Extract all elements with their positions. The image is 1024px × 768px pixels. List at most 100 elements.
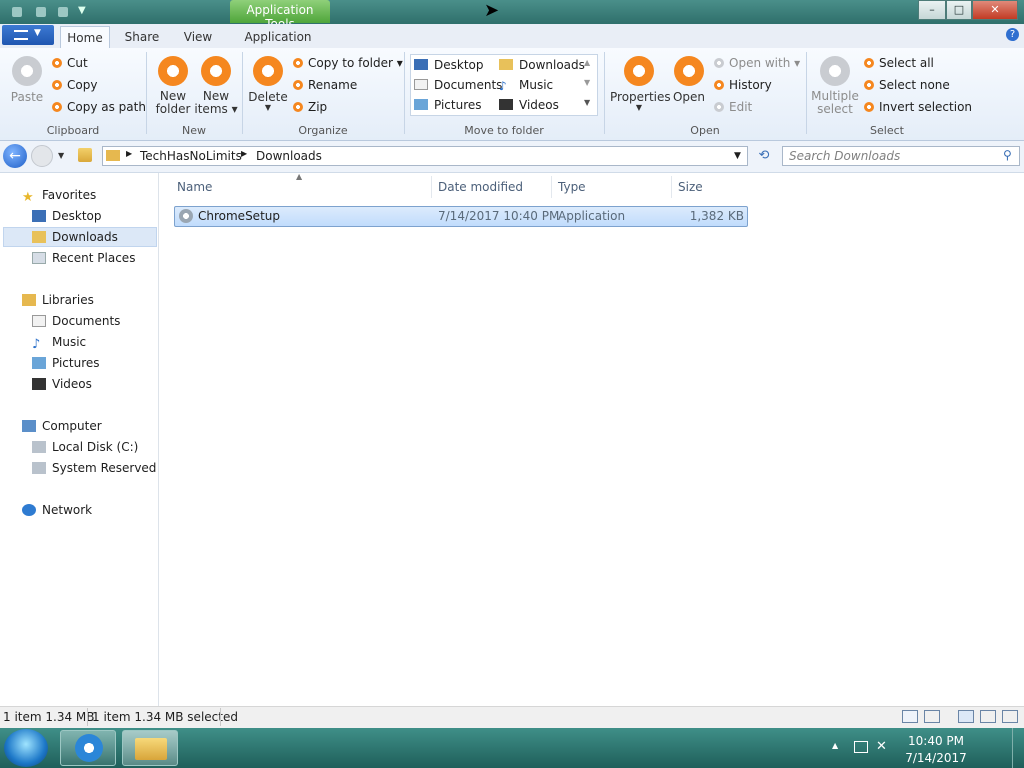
start-button[interactable] — [4, 729, 48, 767]
column-divider[interactable] — [431, 176, 432, 198]
tab-view[interactable]: View — [174, 26, 222, 48]
group-label-organize: Organize — [298, 124, 348, 137]
move-to-documents[interactable]: Documents — [414, 76, 502, 94]
column-header-name[interactable]: Name — [177, 180, 212, 194]
nav-libraries[interactable]: Libraries — [22, 290, 94, 310]
properties-button[interactable]: Properties ▼ — [610, 56, 671, 112]
taskbar-time[interactable]: 10:40 PM — [900, 734, 972, 748]
nav-system-reserved[interactable]: System Reserved (D: — [32, 458, 157, 478]
forward-button[interactable] — [31, 145, 53, 167]
nav-favorites-label: Favorites — [42, 188, 97, 202]
invert-selection-button[interactable]: Invert selection — [864, 98, 972, 116]
move-to-pictures[interactable]: Pictures — [414, 96, 482, 114]
preview-pane-toggle-icon[interactable] — [980, 710, 996, 723]
up-folder-icon[interactable] — [78, 148, 92, 162]
tab-share[interactable]: Share — [118, 26, 166, 48]
select-all-button[interactable]: Select all — [864, 54, 934, 72]
breadcrumb-techhasnolimits[interactable]: TechHasNoLimits — [140, 149, 242, 163]
gallery-scroll-up-icon[interactable]: ▲ — [584, 58, 590, 67]
move-to-music[interactable]: ♪ Music — [499, 76, 553, 94]
group-label-select: Select — [870, 124, 904, 137]
new-folder-icon — [158, 56, 188, 86]
breadcrumb-downloads[interactable]: Downloads — [256, 149, 322, 163]
preview-icon[interactable] — [924, 710, 940, 723]
qat-dropdown-icon[interactable]: ▼ — [78, 5, 86, 16]
qat-new-folder-icon[interactable] — [36, 7, 46, 17]
nav-favorites[interactable]: ★ Favorites — [22, 185, 96, 205]
qat-undo-icon[interactable] — [58, 7, 68, 17]
column-header-type[interactable]: Type — [558, 180, 586, 194]
file-menu-button[interactable]: ▼ — [2, 25, 54, 45]
gallery-scroll-down-icon[interactable]: ▼ — [584, 78, 590, 87]
tab-application[interactable]: Application — [232, 26, 324, 48]
cut-button[interactable]: Cut — [52, 54, 88, 72]
select-none-button[interactable]: Select none — [864, 76, 950, 94]
open-button[interactable]: Open — [670, 56, 708, 104]
show-desktop-button[interactable] — [1012, 728, 1024, 768]
maximize-button[interactable]: □ — [946, 0, 972, 20]
taskbar-file-explorer[interactable] — [122, 730, 178, 766]
arrow-left-icon: ← — [9, 148, 21, 164]
paste-button[interactable]: Paste — [8, 56, 46, 104]
scissors-icon — [52, 58, 62, 68]
history-button[interactable]: History — [714, 76, 772, 94]
status-selection: 1 item 1.34 MB selected — [92, 710, 238, 724]
nav-videos[interactable]: Videos — [32, 374, 92, 394]
column-header-size[interactable]: Size — [678, 180, 703, 194]
desktop-icon — [414, 59, 428, 70]
details-pane-toggle-icon[interactable] — [1002, 710, 1018, 723]
group-divider — [806, 52, 807, 134]
minimize-button[interactable]: – — [918, 0, 946, 20]
back-button[interactable]: ← — [3, 144, 27, 168]
chevron-down-icon: ▼ — [635, 103, 643, 112]
search-input[interactable]: Search Downloads — [782, 146, 1020, 166]
gallery-expand-icon[interactable]: ▼ — [584, 98, 590, 107]
nav-music[interactable]: ♪ Music — [32, 332, 86, 352]
copy-to-folder-button[interactable]: Copy to folder ▾ — [293, 54, 403, 72]
copy-as-path-button[interactable]: Copy as path — [52, 98, 146, 116]
taskbar-date[interactable]: 7/14/2017 — [900, 751, 972, 765]
select-none-icon — [864, 80, 874, 90]
taskbar-internet-explorer[interactable] — [60, 730, 116, 766]
qat-properties-icon[interactable] — [12, 7, 22, 17]
tab-home[interactable]: Home — [60, 26, 110, 48]
show-hidden-icons-icon[interactable]: ▲ — [832, 741, 838, 750]
address-dropdown-icon[interactable]: ▼ — [734, 151, 741, 161]
nav-network[interactable]: Network — [22, 500, 92, 520]
nav-computer[interactable]: Computer — [22, 416, 102, 436]
nav-pictures[interactable]: Pictures — [32, 353, 100, 373]
column-header-date-modified[interactable]: Date modified — [438, 180, 523, 194]
application-icon — [179, 209, 193, 223]
move-to-videos[interactable]: Videos — [499, 96, 559, 114]
nav-downloads[interactable]: Downloads — [32, 227, 118, 247]
group-label-open: Open — [690, 124, 720, 137]
nav-recent-places[interactable]: Recent Places — [32, 248, 135, 268]
volume-muted-icon[interactable]: ✕ — [876, 739, 887, 754]
new-items-button[interactable]: New items ▾ — [194, 56, 238, 116]
chevron-right-icon[interactable]: ▶ — [241, 149, 247, 158]
action-center-icon[interactable] — [854, 741, 868, 753]
move-to-desktop[interactable]: Desktop — [414, 56, 484, 74]
help-icon[interactable]: ? — [1006, 28, 1019, 41]
nav-documents[interactable]: Documents — [32, 311, 120, 331]
zip-button[interactable]: Zip — [293, 98, 327, 116]
nav-desktop[interactable]: Desktop — [32, 206, 102, 226]
open-with-button[interactable]: Open with ▾ — [714, 54, 800, 72]
chevron-right-icon[interactable]: ▶ — [126, 149, 132, 158]
delete-button[interactable]: Delete ▼ — [248, 56, 288, 112]
move-to-downloads[interactable]: Downloads — [499, 56, 585, 74]
edit-button[interactable]: Edit — [714, 98, 752, 116]
close-button[interactable]: ✕ — [972, 0, 1018, 20]
nav-local-disk[interactable]: Local Disk (C:) — [32, 437, 138, 457]
navigation-pane-toggle-icon[interactable] — [958, 710, 974, 723]
column-divider[interactable] — [551, 176, 552, 198]
rename-button[interactable]: Rename — [293, 76, 357, 94]
column-divider[interactable] — [671, 176, 672, 198]
multiple-select-button[interactable]: Multiple select — [810, 56, 860, 116]
refresh-icon[interactable]: ⟲ — [754, 146, 774, 166]
recent-locations-dropdown-icon[interactable]: ▼ — [58, 151, 64, 160]
copy-button[interactable]: Copy — [52, 76, 97, 94]
details-view-icon[interactable] — [902, 710, 918, 723]
search-icon[interactable]: ⚲ — [1003, 148, 1012, 162]
new-folder-button[interactable]: New folder — [152, 56, 194, 116]
